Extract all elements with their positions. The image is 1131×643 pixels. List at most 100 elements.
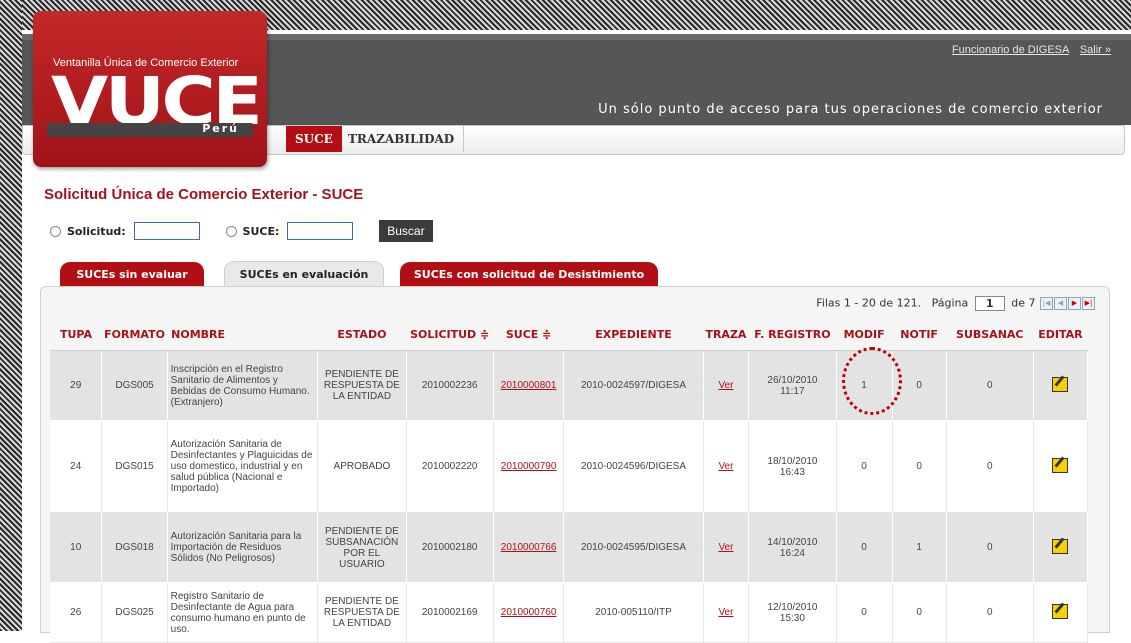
cell-registro: 14/10/2010 16:24 <box>748 512 837 583</box>
cell-suce: 2010000760 <box>493 582 565 643</box>
suce-label: SUCE: <box>242 224 280 238</box>
cell-editar <box>1033 350 1089 421</box>
cell-estado: PENDIENTE DE RESPUESTA DE LA ENTIDAD <box>317 582 407 643</box>
cell-notif: 0 <box>892 420 947 513</box>
col-traza: TRAZA <box>703 318 749 351</box>
cell-modif: 0 <box>836 420 893 513</box>
cell-traza: Ver <box>703 420 750 513</box>
cell-formato: DGS018 <box>101 512 168 583</box>
registro-date: 26/10/2010 <box>767 374 818 386</box>
search-row: Solicitud: SUCE: Buscar <box>50 220 433 242</box>
cell-modif: 0 <box>836 582 893 643</box>
page-title: Solicitud Única de Comercio Exterior - S… <box>44 186 364 203</box>
cell-solicitud: 2010002169 <box>406 582 494 643</box>
registro-date: 12/10/2010 <box>767 601 818 613</box>
suce-link[interactable]: 2010000801 <box>501 380 557 391</box>
col-nombre: NOMBRE <box>167 318 318 351</box>
cell-traza: Ver <box>703 512 750 583</box>
col-suce[interactable]: SUCE ≑ <box>493 318 564 351</box>
cell-tupa: 10 <box>50 512 103 583</box>
vuce-logo[interactable]: Ventanilla Única de Comercio Exterior VU… <box>33 11 267 167</box>
cell-estado: PENDIENTE DE RESPUESTA DE LA ENTIDAD <box>317 350 407 421</box>
search-button[interactable]: Buscar <box>379 220 433 242</box>
nav-tab-trazabilidad[interactable]: TRAZABILIDAD <box>339 126 465 152</box>
traza-link[interactable]: Ver <box>718 542 733 553</box>
cell-traza: Ver <box>703 350 750 421</box>
suce-link[interactable]: 2010000766 <box>501 542 557 553</box>
registro-date: 14/10/2010 <box>767 536 818 548</box>
cell-notif: 0 <box>892 582 947 643</box>
rows-count: Filas 1 - 20 de 121. <box>816 296 922 310</box>
cell-expediente: 2010-0024597/DIGESA <box>563 350 704 421</box>
cell-expediente: 2010-0024596/DIGESA <box>563 420 704 513</box>
cell-suce: 2010000801 <box>493 350 565 421</box>
cell-tupa: 24 <box>50 420 103 513</box>
cell-modif: 0 <box>836 512 893 583</box>
registro-time: 15:30 <box>779 612 805 624</box>
suce-table: TUPA FORMATO NOMBRE ESTADO SOLICITUD ≑ S… <box>50 318 1089 643</box>
cell-notif: 1 <box>892 512 947 583</box>
cell-suce: 2010000790 <box>493 420 565 513</box>
table-row: 24 DGS015 Autorización Sanitaria de Desi… <box>50 420 1089 513</box>
col-tupa: TUPA <box>50 318 102 351</box>
first-page-icon[interactable]: |◀ <box>1040 297 1053 310</box>
suce-link[interactable]: 2010000790 <box>501 461 557 472</box>
edit-icon[interactable] <box>1052 538 1069 554</box>
cell-registro: 26/10/2010 11:17 <box>748 350 837 421</box>
col-solicitud[interactable]: SOLICITUD ≑ <box>406 318 494 351</box>
cell-editar <box>1033 512 1089 583</box>
pager: Filas 1 - 20 de 121. Página 1 de 7 |◀ ◀ ▶ ▶… <box>816 296 1095 311</box>
registro-time: 16:43 <box>779 466 805 478</box>
cell-traza: Ver <box>703 582 750 643</box>
tab-en-evaluacion[interactable]: SUCEs en evaluación <box>224 261 384 287</box>
edit-icon[interactable] <box>1052 457 1069 473</box>
cell-nombre: Registro Sanitario de Desinfectante de A… <box>167 582 319 643</box>
prev-page-icon[interactable]: ◀ <box>1054 297 1067 310</box>
cell-subsanac: 0 <box>946 512 1034 583</box>
user-link[interactable]: Funcionario de DIGESA <box>952 44 1069 56</box>
cell-editar <box>1033 582 1089 643</box>
col-modif: MODIF <box>836 318 893 351</box>
page-total: de 7 <box>1011 296 1036 310</box>
registro-date: 18/10/2010 <box>767 455 818 467</box>
logout-link[interactable]: Salir » <box>1080 44 1111 56</box>
user-links: Funcionario de DIGESA Salir » <box>944 44 1111 56</box>
cell-solicitud: 2010002236 <box>406 350 494 421</box>
edit-icon[interactable] <box>1052 603 1069 619</box>
cell-nombre: Autorización Sanitaria de Desinfectantes… <box>167 420 319 513</box>
col-formato: FORMATO <box>101 318 168 351</box>
background-hatch-left <box>0 0 22 631</box>
suce-input[interactable] <box>287 222 354 240</box>
logo-country: Perú <box>202 122 239 135</box>
col-notif: NOTIF <box>892 318 947 351</box>
suce-radio[interactable] <box>225 225 237 237</box>
solicitud-label: Solicitud: <box>67 224 126 238</box>
tab-sin-evaluar[interactable]: SUCEs sin evaluar <box>60 262 204 286</box>
solicitud-input[interactable] <box>133 222 200 240</box>
next-page-icon[interactable]: ▶ <box>1068 297 1081 310</box>
tagline: Un sólo punto de acceso para tus operaci… <box>598 102 1103 117</box>
cell-solicitud: 2010002220 <box>406 420 494 513</box>
col-subsanac: SUBSANAC <box>946 318 1034 351</box>
solicitud-radio[interactable] <box>50 225 61 237</box>
cell-subsanac: 0 <box>946 582 1034 643</box>
page-input[interactable]: 1 <box>974 296 1005 311</box>
registro-time: 16:24 <box>779 547 805 559</box>
traza-link[interactable]: Ver <box>718 380 733 391</box>
highlight-annotation <box>842 347 902 415</box>
cell-subsanac: 0 <box>946 420 1034 513</box>
traza-link[interactable]: Ver <box>718 461 733 472</box>
nav-tab-suce[interactable]: SUCE <box>286 126 342 152</box>
tab-desistimiento[interactable]: SUCEs con solicitud de Desistimiento <box>400 262 658 286</box>
page-label: Página <box>931 296 969 310</box>
suce-link[interactable]: 2010000760 <box>501 607 557 618</box>
cell-formato: DGS015 <box>101 420 168 513</box>
cell-editar <box>1033 420 1089 513</box>
cell-registro: 18/10/2010 16:43 <box>748 420 837 513</box>
cell-subsanac: 0 <box>946 350 1034 421</box>
cell-tupa: 26 <box>50 582 103 643</box>
traza-link[interactable]: Ver <box>718 607 733 618</box>
cell-formato: DGS005 <box>101 350 168 421</box>
edit-icon[interactable] <box>1052 376 1069 392</box>
last-page-icon[interactable]: ▶| <box>1082 297 1095 310</box>
